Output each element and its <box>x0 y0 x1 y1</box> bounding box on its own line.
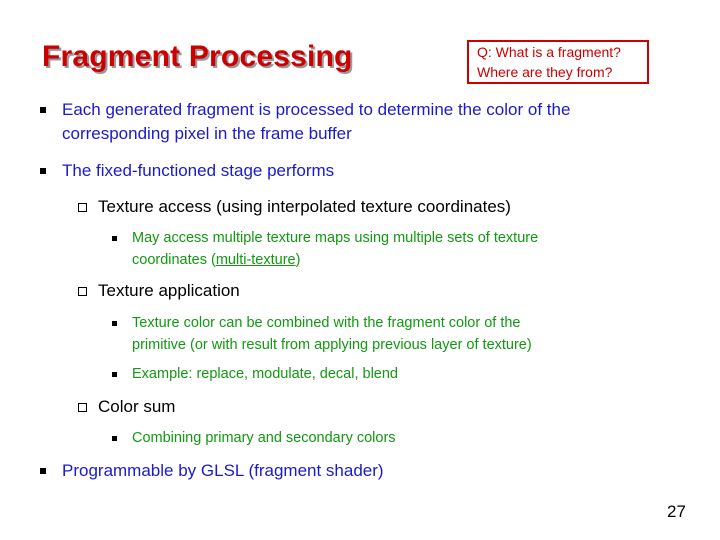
bullet-text-line-2: corresponding pixel in the frame buffer <box>62 124 352 143</box>
detail-text-line-2: primitive (or with result from applying … <box>132 337 532 353</box>
page-number: 27 <box>667 502 686 521</box>
question-callout-box: Q: What is a fragment? Where are they fr… <box>467 40 649 84</box>
bullet-text: Programmable by GLSL (fragment shader) <box>62 461 384 480</box>
detail-text: Combining primary and secondary colors <box>132 430 396 446</box>
subbullet-text: Color sum <box>98 397 176 416</box>
hollow-square-bullet-icon <box>78 279 98 303</box>
question-line-1: Q: What is a fragment? <box>477 44 621 60</box>
detail-text: Example: replace, modulate, decal, blend <box>132 366 398 382</box>
detail-text: Texture color can be combined with the f… <box>132 312 532 356</box>
multi-texture-link[interactable]: multi-texture <box>216 252 296 268</box>
subbullet-color-sum: Color sum <box>78 395 678 419</box>
bullet-text: Each generated fragment is processed to … <box>62 98 570 146</box>
square-bullet-icon <box>40 459 62 483</box>
bullet-text: The fixed-functioned stage performs <box>62 161 335 180</box>
subbullet-text: Texture access (using interpolated textu… <box>98 197 511 216</box>
detail-text-line-1: May access multiple texture maps using m… <box>132 230 539 246</box>
subbullet-texture-access: Texture access (using interpolated textu… <box>78 195 678 219</box>
square-bullet-icon <box>40 98 62 146</box>
bullet-fixed-function-stage: The fixed-functioned stage performs <box>40 159 680 183</box>
question-line-2: Where are they from? <box>477 64 613 80</box>
square-bullet-icon <box>112 427 132 449</box>
bullet-programmable-glsl: Programmable by GLSL (fragment shader) <box>40 459 680 483</box>
bullet-fragment-processed: Each generated fragment is processed to … <box>40 98 680 146</box>
square-bullet-icon <box>40 159 62 183</box>
hollow-square-bullet-icon <box>78 195 98 219</box>
subbullet-texture-application: Texture application <box>78 279 678 303</box>
hollow-square-bullet-icon <box>78 395 98 419</box>
square-bullet-icon <box>112 363 132 385</box>
detail-texture-color-combine: Texture color can be combined with the f… <box>112 312 672 356</box>
detail-text-line-2-post: ) <box>295 252 301 268</box>
detail-primary-secondary-colors: Combining primary and secondary colors <box>112 427 672 449</box>
detail-text-line-1: Texture color can be combined with the f… <box>132 315 521 331</box>
square-bullet-icon <box>112 227 132 271</box>
slide-title: Fragment Processing <box>42 40 353 73</box>
detail-multi-texture: May access multiple texture maps using m… <box>112 227 672 271</box>
detail-text: May access multiple texture maps using m… <box>132 227 538 271</box>
bullet-text-line-1: Each generated fragment is processed to … <box>62 100 571 119</box>
detail-example-modes: Example: replace, modulate, decal, blend <box>112 363 672 385</box>
detail-text-line-2-pre: coordinates ( <box>132 252 216 268</box>
subbullet-text: Texture application <box>98 281 240 300</box>
square-bullet-icon <box>112 312 132 356</box>
